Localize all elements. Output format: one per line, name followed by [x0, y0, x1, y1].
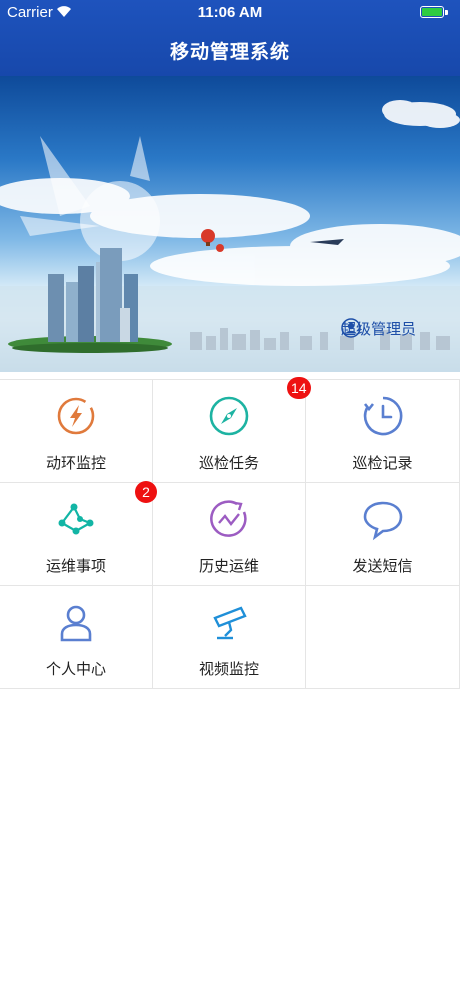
badge-ops-matters: 2	[135, 481, 157, 503]
menu-item-label: 历史运维	[198, 557, 259, 575]
nav-bar: Carrier 11:06 AM 移动管理系统	[0, 0, 460, 76]
menu-item-power-env[interactable]: 动环监控	[0, 380, 153, 483]
battery-tip	[445, 10, 448, 15]
compass-icon	[209, 396, 249, 436]
menu-item-label: 视频监控	[198, 660, 259, 678]
menu-item-label: 运维事项	[45, 557, 106, 575]
menu-item-send-sms[interactable]: 发送短信	[306, 483, 460, 586]
battery-icon	[420, 6, 444, 18]
menu-item-profile[interactable]: 个人中心	[0, 586, 153, 689]
menu-item-history-ops[interactable]: 历史运维	[153, 483, 306, 586]
lightning-icon	[57, 397, 95, 435]
menu-grid: 动环监控 巡检任务 巡检记录 运维事项 历史运维 发送短信 个人中心 视频监控 …	[0, 377, 460, 690]
user-avatar-icon	[341, 318, 361, 338]
user-icon	[60, 605, 92, 642]
hero-banner: 超级管理员	[0, 76, 460, 372]
menu-item-inspection-task[interactable]: 巡检任务	[153, 380, 306, 483]
menu-item-label: 巡检任务	[198, 454, 259, 472]
menu-item-label: 巡检记录	[352, 454, 413, 472]
menu-item-empty	[306, 586, 460, 689]
menu-item-label: 个人中心	[45, 660, 106, 678]
user-badge[interactable]: 超级管理员	[341, 318, 416, 339]
chat-bubble-icon	[363, 501, 402, 541]
camera-icon	[213, 606, 247, 640]
menu-item-label: 动环监控	[45, 454, 106, 472]
network-nodes-icon	[58, 503, 94, 535]
menu-item-label: 发送短信	[352, 557, 413, 575]
menu-item-video-monitor[interactable]: 视频监控	[153, 586, 306, 689]
menu-item-ops-matters[interactable]: 运维事项	[0, 483, 153, 586]
status-time: 11:06 AM	[197, 4, 263, 21]
page-title: 移动管理系统	[169, 41, 290, 63]
badge-inspection-task: 14	[287, 377, 311, 399]
menu-item-inspection-record[interactable]: 巡检记录	[306, 380, 460, 483]
clock-history-icon	[363, 396, 402, 436]
status-bar: Carrier 11:06 AM	[0, 0, 460, 26]
history-trend-icon	[210, 500, 247, 537]
